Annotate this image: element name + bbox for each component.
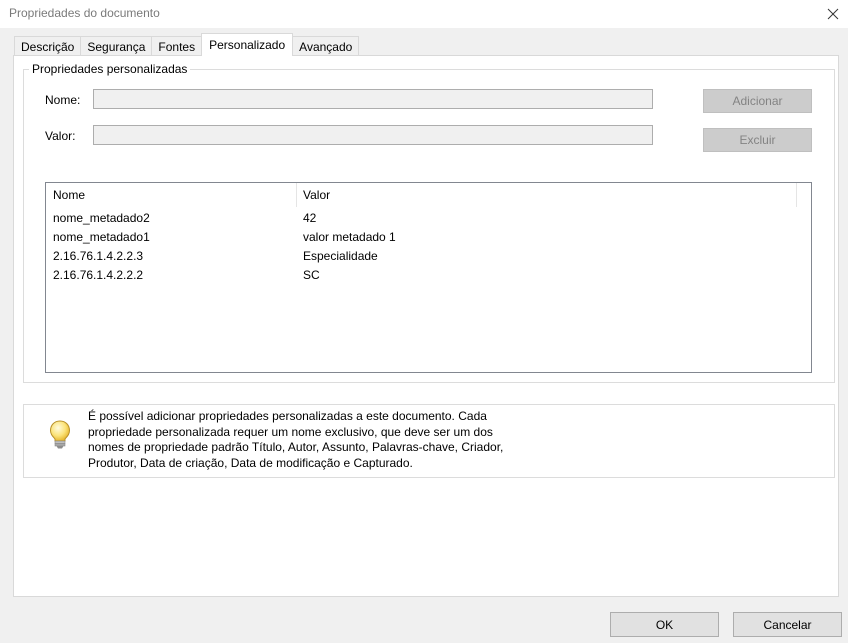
list-item-name: 2.16.76.1.4.2.2.2 <box>53 267 144 282</box>
info-line: É possível adicionar propriedades person… <box>88 409 487 423</box>
list-item-name: nome_metadado2 <box>53 210 150 225</box>
title-bar: Propriedades do documento <box>0 0 848 28</box>
tab-avancado[interactable]: Avançado <box>292 36 360 56</box>
info-line: Produtor, Data de criação, Data de modif… <box>88 455 413 470</box>
column-divider[interactable] <box>296 183 297 207</box>
info-line: propriedade personalizada requer um nome… <box>88 424 493 439</box>
tab-personalizado[interactable]: Personalizado <box>201 33 294 56</box>
list-item[interactable]: 2.16.76.1.4.2.2.2 SC <box>46 265 811 284</box>
ok-button[interactable]: OK <box>610 612 719 637</box>
custom-properties-group-title: Propriedades personalizadas <box>29 62 191 76</box>
name-field[interactable] <box>93 89 653 109</box>
delete-button[interactable]: Excluir <box>703 128 812 152</box>
column-divider[interactable] <box>796 183 797 207</box>
list-item-value: SC <box>303 267 320 282</box>
list-item-value: 42 <box>303 210 317 225</box>
document-properties-dialog: Propriedades do documento Descrição Segu… <box>0 0 848 643</box>
info-line: nomes de propriedade padrão Título, Auto… <box>88 440 504 454</box>
tab-bar: Descrição Segurança Fontes Personalizado… <box>14 33 360 56</box>
column-header-nome[interactable]: Nome <box>53 183 293 207</box>
list-item-name: 2.16.76.1.4.2.2.3 <box>53 248 144 263</box>
list-item-value: Especialidade <box>303 248 378 263</box>
value-field[interactable] <box>93 125 653 145</box>
name-label: Nome: <box>45 93 81 107</box>
list-item[interactable]: 2.16.76.1.4.2.2.3 Especialidade <box>46 246 811 265</box>
info-box: É possível adicionar propriedades person… <box>23 404 835 478</box>
info-text: É possível adicionar propriedades person… <box>88 409 508 471</box>
list-item[interactable]: nome_metadado2 42 <box>46 208 811 227</box>
personalizado-tab-panel: Propriedades personalizadas Nome: Valor:… <box>13 55 839 597</box>
add-button[interactable]: Adicionar <box>703 89 812 113</box>
tab-fontes[interactable]: Fontes <box>151 36 203 56</box>
window-title: Propriedades do documento <box>9 6 160 20</box>
lightbulb-icon <box>49 420 71 449</box>
custom-properties-group: Propriedades personalizadas Nome: Valor:… <box>23 62 835 383</box>
list-item-name: nome_metadado1 <box>53 229 150 244</box>
list-item[interactable]: nome_metadado1 valor metadado 1 <box>46 227 811 246</box>
tab-descricao[interactable]: Descrição <box>14 36 82 56</box>
column-header-valor[interactable]: Valor <box>303 183 783 207</box>
close-button[interactable] <box>818 0 848 28</box>
tab-seguranca[interactable]: Segurança <box>80 36 153 56</box>
list-item-value: valor metadado 1 <box>303 229 396 244</box>
cancel-button[interactable]: Cancelar <box>733 612 842 637</box>
list-header: Nome Valor <box>46 183 811 207</box>
properties-list[interactable]: Nome Valor nome_metadado2 42 nome_metada… <box>45 182 812 373</box>
value-label: Valor: <box>45 129 76 143</box>
close-icon <box>827 8 839 20</box>
